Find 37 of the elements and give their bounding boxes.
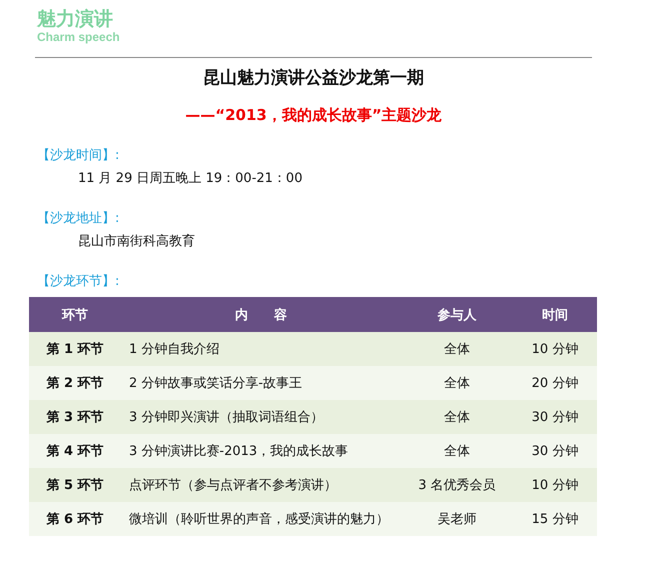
page-subtitle: ——“2013，我的成长故事”主题沙龙 [185,106,442,124]
table-cell: 30 分钟 [513,400,597,434]
logo-subtitle: Charm speech [37,30,120,44]
section-label: 【沙龙环节】: [37,274,120,289]
table-cell: 全体 [401,434,513,468]
section-value: 11 月 29 日周五晚上 19：00-21：00 [78,171,302,186]
table-cell: 全体 [401,332,513,366]
table-cell: 15 分钟 [513,502,597,536]
page-title: 昆山魅力演讲公益沙龙第一期 [203,68,424,88]
table-cell: 全体 [401,366,513,400]
table-cell: 点评环节（参与点评者不参考演讲） [121,468,401,502]
table-cell: 全体 [401,400,513,434]
table-cell: 第 1 环节 [29,332,121,366]
table-cell: 30 分钟 [513,434,597,468]
table-cell: 2 分钟故事或笑话分享-故事王 [121,366,401,400]
table-cell: 第 2 环节 [29,366,121,400]
column-header: 时间 [513,297,597,332]
table-cell: 20 分钟 [513,366,597,400]
column-header: 内 容 [121,297,401,332]
table-cell: 第 4 环节 [29,434,121,468]
table-cell: 1 分钟自我介绍 [121,332,401,366]
table-cell: 吴老师 [401,502,513,536]
table-cell: 10 分钟 [513,468,597,502]
table-cell: 3 名优秀会员 [401,468,513,502]
section-value: 昆山市南街科高教育 [78,234,195,249]
logo-title: 魅力演讲 [37,8,113,30]
table-cell: 第 6 环节 [29,502,121,536]
table-cell: 3 分钟即兴演讲（抽取词语组合） [121,400,401,434]
table-cell: 10 分钟 [513,332,597,366]
table-cell: 微培训（聆听世界的声音，感受演讲的魅力） [121,502,401,536]
table-cell: 第 3 环节 [29,400,121,434]
section-label: 【沙龙时间】: [37,148,120,163]
section-label: 【沙龙地址】: [37,211,120,226]
column-header: 参与人 [401,297,513,332]
table-cell: 3 分钟演讲比赛-2013，我的成长故事 [121,434,401,468]
table-cell: 第 5 环节 [29,468,121,502]
column-header: 环节 [29,297,121,332]
